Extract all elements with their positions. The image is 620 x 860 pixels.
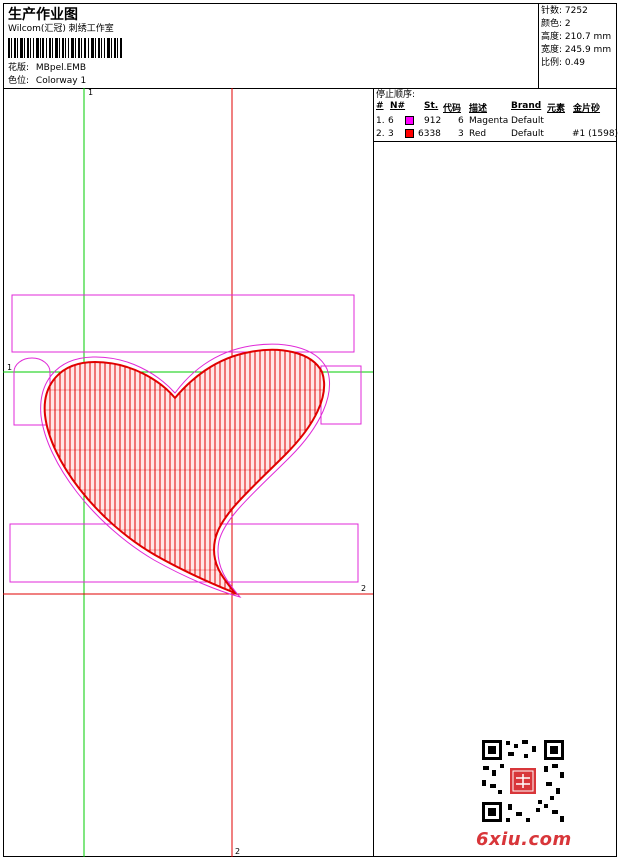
guide-label-red-vertical: 2 [235, 847, 241, 856]
design-canvas [3, 88, 373, 857]
hoop-right-clamp [320, 365, 362, 425]
hoop-top-bar [11, 294, 355, 353]
guide-label-green-horizontal: 1 [7, 363, 13, 372]
watermark-text: 6xiu.com [476, 829, 572, 850]
qr-code-icon [480, 738, 566, 824]
guide-label-red-horizontal: 2 [361, 584, 367, 593]
heart-fill-stitches [44, 349, 325, 593]
guide-label-green-vertical: 1 [88, 88, 94, 97]
